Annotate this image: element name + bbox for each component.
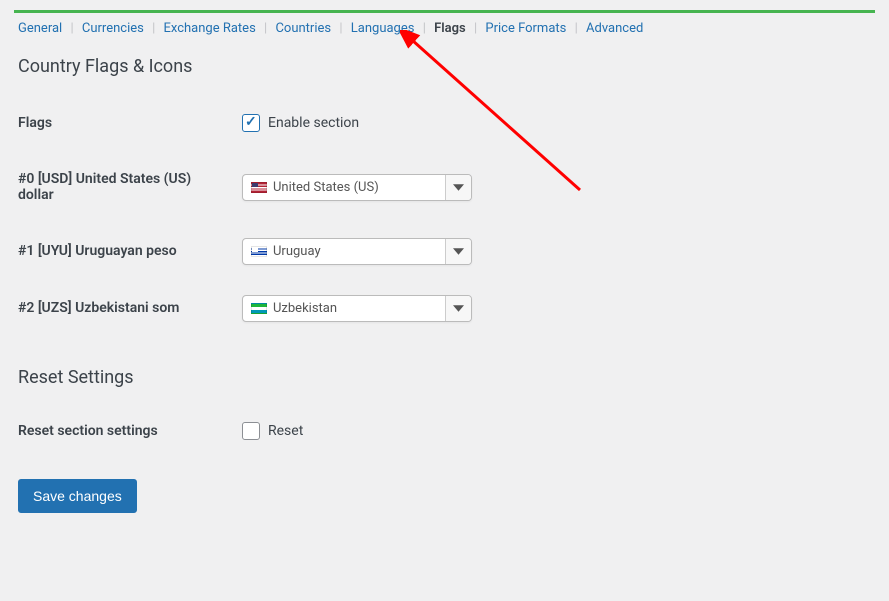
chevron-down-icon bbox=[453, 182, 464, 193]
tab-price-formats[interactable]: Price Formats bbox=[485, 21, 566, 36]
flags-row-label: Flags bbox=[0, 95, 232, 151]
select-value[interactable]: Uzbekistan bbox=[243, 296, 445, 321]
tab-currencies[interactable]: Currencies bbox=[82, 21, 144, 36]
select-text: Uruguay bbox=[273, 244, 321, 259]
reset-checkbox-label: Reset bbox=[268, 423, 303, 439]
flag-uy-icon bbox=[251, 246, 267, 257]
reset-heading: Reset Settings bbox=[18, 367, 889, 388]
tab-advanced[interactable]: Advanced bbox=[586, 21, 643, 36]
enable-section-checkbox[interactable] bbox=[242, 114, 260, 132]
tab-separator: | bbox=[570, 21, 583, 36]
tab-separator: | bbox=[334, 21, 347, 36]
tab-countries[interactable]: Countries bbox=[275, 21, 331, 36]
settings-table: Flags Enable section #0 [USD] United Sta… bbox=[0, 95, 889, 337]
reset-wrap[interactable]: Reset bbox=[242, 422, 879, 440]
tab-separator: | bbox=[469, 21, 482, 36]
tab-separator: | bbox=[147, 21, 160, 36]
tab-exchange-rates[interactable]: Exchange Rates bbox=[164, 21, 256, 36]
tab-separator: | bbox=[418, 21, 431, 36]
section-heading: Country Flags & Icons bbox=[18, 56, 889, 77]
currency-1-label: #1 [UYU] Uruguayan peso bbox=[0, 223, 232, 280]
select-arrow[interactable] bbox=[445, 296, 471, 321]
tab-separator: | bbox=[259, 21, 272, 36]
currency-1-select[interactable]: Uruguay bbox=[242, 238, 472, 265]
chevron-down-icon bbox=[453, 246, 464, 257]
select-text: United States (US) bbox=[273, 180, 379, 195]
tab-nav: General | Currencies | Exchange Rates | … bbox=[0, 13, 889, 50]
enable-section-label: Enable section bbox=[268, 115, 359, 131]
currency-2-label: #2 [UZS] Uzbekistani som bbox=[0, 280, 232, 337]
enable-section-wrap[interactable]: Enable section bbox=[242, 114, 879, 132]
save-button[interactable]: Save changes bbox=[18, 479, 137, 513]
currency-0-label: #0 [USD] United States (US) dollar bbox=[0, 151, 232, 223]
currency-0-select[interactable]: United States (US) bbox=[242, 174, 472, 201]
reset-row-label: Reset section settings bbox=[0, 403, 232, 459]
reset-checkbox[interactable] bbox=[242, 422, 260, 440]
select-value[interactable]: United States (US) bbox=[243, 175, 445, 200]
flag-uz-icon bbox=[251, 303, 267, 314]
tab-languages[interactable]: Languages bbox=[351, 21, 415, 36]
flag-us-icon bbox=[251, 182, 267, 193]
tab-general[interactable]: General bbox=[18, 21, 62, 36]
select-value[interactable]: Uruguay bbox=[243, 239, 445, 264]
tab-separator: | bbox=[65, 21, 78, 36]
currency-2-select[interactable]: Uzbekistan bbox=[242, 295, 472, 322]
chevron-down-icon bbox=[453, 303, 464, 314]
select-arrow[interactable] bbox=[445, 175, 471, 200]
select-arrow[interactable] bbox=[445, 239, 471, 264]
select-text: Uzbekistan bbox=[273, 301, 337, 316]
tab-flags[interactable]: Flags bbox=[434, 21, 466, 36]
reset-table: Reset section settings Reset bbox=[0, 403, 889, 459]
